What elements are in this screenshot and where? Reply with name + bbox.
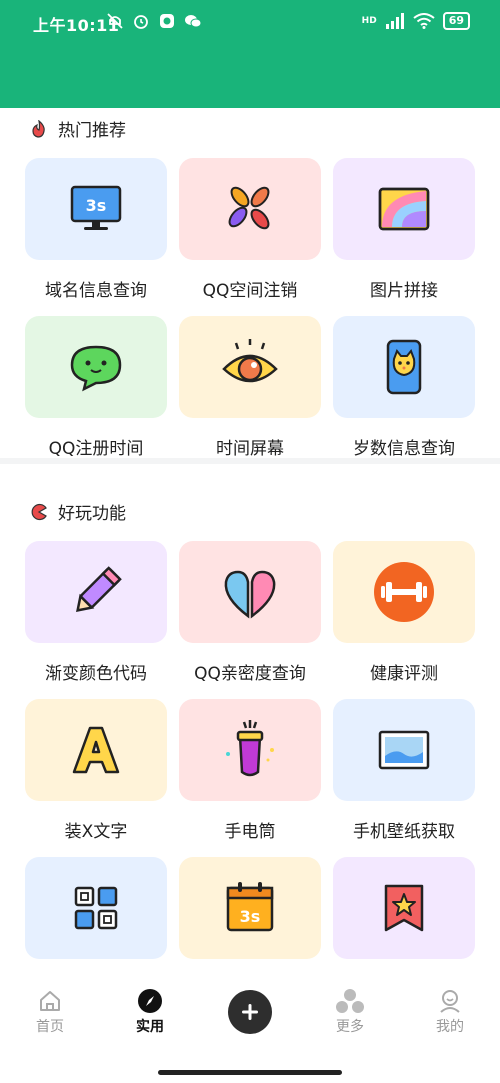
tile-qq-intimacy[interactable]	[179, 541, 321, 643]
eye-icon	[222, 339, 278, 383]
home-icon	[40, 991, 60, 1011]
label-wallpaper: 手机壁纸获取	[353, 822, 455, 842]
svg-text:3s: 3s	[86, 196, 107, 215]
plus-icon	[242, 1004, 258, 1020]
nav-home-label: 首页	[36, 1019, 64, 1035]
star-ribbon-icon	[384, 884, 424, 932]
battery-indicator: 69	[442, 12, 470, 30]
label-health-test: 健康评测	[370, 664, 438, 684]
phone-cat-icon	[386, 339, 422, 395]
wifi-icon	[413, 13, 435, 29]
tile-wallpaper[interactable]	[333, 699, 475, 801]
signal-icon	[385, 13, 404, 29]
pacman-icon	[31, 503, 47, 520]
flashlight-icon	[226, 720, 274, 777]
flame-icon	[32, 119, 45, 138]
tile-time-screen[interactable]	[179, 316, 321, 418]
wallpaper-icon	[378, 730, 430, 770]
calendar-3s-icon: 3s	[226, 882, 274, 932]
tile-calendar-tool[interactable]: 3s	[179, 857, 321, 959]
more-circles-icon	[336, 989, 364, 1013]
label-age-info: 岁数信息查询	[353, 439, 455, 459]
rainbow-picture-icon	[378, 187, 430, 231]
monitor-3s-icon: 3s	[70, 185, 122, 230]
tile-age-info[interactable]	[333, 316, 475, 418]
nav-more-label: 更多	[336, 1019, 364, 1035]
alarm-icon	[134, 15, 148, 29]
home-indicator	[158, 1070, 342, 1075]
status-bar: 上午10:11 HD 69	[0, 0, 500, 44]
network-type: HD	[361, 16, 377, 26]
nav-mine-label: 我的	[436, 1019, 464, 1035]
section-title-fun: 好玩功能	[30, 499, 126, 524]
grid-squares-icon	[74, 886, 118, 930]
pencil-icon	[76, 566, 122, 612]
tile-domain-info[interactable]: 3s	[25, 158, 167, 260]
label-qq-intimacy: QQ亲密度查询	[194, 664, 306, 684]
label-domain-info: 域名信息查询	[45, 281, 147, 301]
bottom-nav: 首页 实用 更多 我的	[0, 980, 500, 1083]
section-title-hot: 热门推荐	[30, 116, 126, 141]
nav-mine[interactable]: 我的	[410, 988, 490, 1036]
tile-qzone-cancel[interactable]	[179, 158, 321, 260]
app-notification-icon	[160, 14, 174, 28]
split-heart-icon	[224, 570, 276, 619]
label-qzone-cancel: QQ空间注销	[202, 281, 298, 301]
label-qq-register-time: QQ注册时间	[48, 439, 144, 459]
tile-gradient-color[interactable]	[25, 541, 167, 643]
section-title-label: 好玩功能	[58, 504, 126, 524]
svg-text:3s: 3s	[240, 907, 261, 926]
label-image-stitch: 图片拼接	[370, 281, 438, 301]
user-icon	[440, 990, 460, 1013]
tile-fancy-text[interactable]	[25, 699, 167, 801]
tile-flashlight[interactable]	[179, 699, 321, 801]
add-button[interactable]	[228, 990, 272, 1034]
label-flashlight: 手电筒	[224, 822, 276, 842]
label-gradient-color: 渐变颜色代码	[45, 664, 147, 684]
letter-a-icon	[72, 726, 120, 774]
label-fancy-text: 装X文字	[64, 822, 128, 842]
nav-practical-label: 实用	[136, 1019, 164, 1035]
tile-image-stitch[interactable]	[333, 158, 475, 260]
section-title-label: 热门推荐	[58, 121, 126, 141]
label-time-screen: 时间屏幕	[216, 439, 284, 459]
tile-health-test[interactable]	[333, 541, 475, 643]
nav-home[interactable]: 首页	[10, 988, 90, 1036]
pinwheel-icon	[228, 186, 270, 230]
nav-more[interactable]: 更多	[310, 988, 390, 1036]
tile-star-tool[interactable]	[333, 857, 475, 959]
tile-grid-tool[interactable]	[25, 857, 167, 959]
dumbbell-icon	[374, 562, 434, 622]
mute-icon	[107, 13, 123, 29]
nav-practical[interactable]: 实用	[110, 988, 190, 1036]
tile-qq-register-time[interactable]	[25, 316, 167, 418]
wechat-icon	[185, 15, 202, 28]
compass-icon	[138, 989, 162, 1013]
section-divider	[0, 458, 500, 464]
chat-bubble-face-icon	[70, 345, 122, 392]
